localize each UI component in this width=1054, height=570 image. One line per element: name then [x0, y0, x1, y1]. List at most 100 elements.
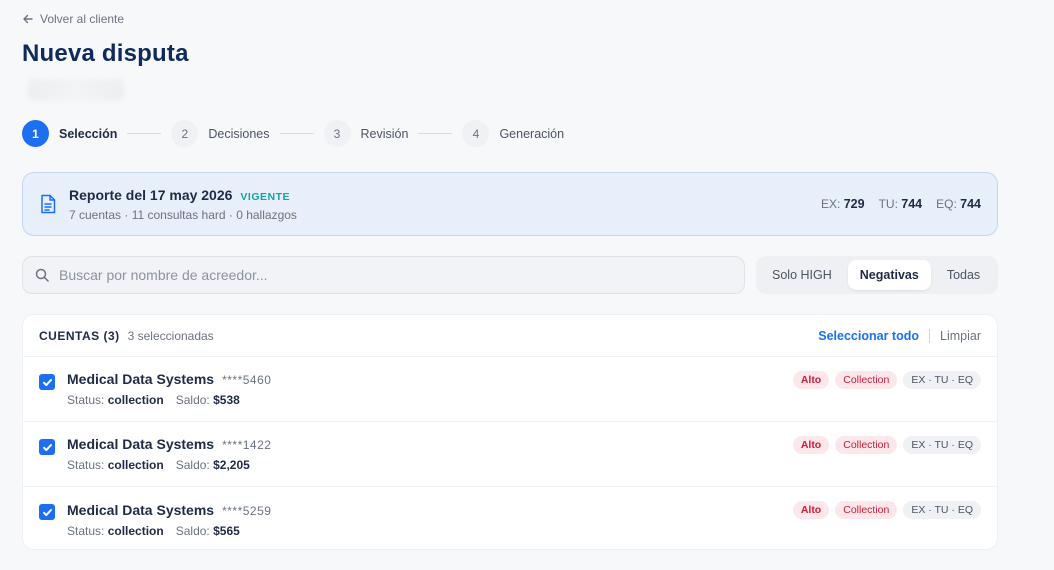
step-decisiones[interactable]: 2 Decisiones [171, 120, 270, 147]
status-value: collection [107, 393, 164, 407]
filter-negativas[interactable]: Negativas [847, 260, 931, 290]
score-value: 744 [901, 197, 923, 211]
stepper: 1 Selección 2 Decisiones 3 Revisión 4 Ge… [22, 120, 564, 147]
score-value: 744 [960, 197, 981, 211]
step-label: Generación [499, 126, 565, 141]
account-status: Status: collection [67, 393, 164, 407]
step-label: Decisiones [208, 126, 270, 141]
status-badge: VIGENTE [240, 190, 291, 203]
account-top: Medical Data Systems ****5259 [67, 502, 793, 518]
priority-tag: Alto [792, 436, 830, 454]
account-name: Medical Data Systems [67, 501, 215, 518]
account-name: Medical Data Systems [67, 371, 215, 387]
page-title: Nueva disputa [22, 40, 189, 67]
arrow-left-icon [23, 14, 33, 24]
status-label: Status: [67, 393, 105, 407]
type-tag: Collection [835, 436, 898, 454]
check-icon [42, 378, 52, 386]
account-row[interactable]: Medical Data Systems ****1422 Status: co… [23, 422, 997, 487]
check-icon [42, 443, 52, 451]
account-details: Status: collection Saldo: $2,205 [67, 458, 793, 472]
search-icon [35, 268, 49, 282]
select-all-button[interactable]: Seleccionar todo [818, 329, 919, 343]
account-tags: Alto Collection EX · TU · EQ [792, 371, 981, 389]
filter-solo-high[interactable]: Solo HIGH [760, 260, 844, 290]
step-label: Revisión [360, 126, 409, 141]
bureaus-tag: EX · TU · EQ [903, 436, 981, 454]
accounts-header: CUENTAS (3) 3 seleccionadas Seleccionar … [23, 315, 997, 357]
account-checkbox[interactable] [39, 504, 55, 520]
account-top: Medical Data Systems ****1422 [67, 436, 793, 452]
account-top: Medical Data Systems ****5460 [67, 371, 793, 387]
clear-button[interactable]: Limpiar [940, 329, 981, 343]
account-checkbox[interactable] [39, 374, 55, 390]
balance-label: Saldo: [175, 393, 210, 407]
account-details: Status: collection Saldo: $538 [67, 393, 793, 407]
account-details: Status: collection Saldo: $565 [67, 524, 793, 538]
divider [929, 328, 930, 343]
step-connector [279, 133, 314, 134]
step-number: 2 [171, 120, 199, 147]
accounts-card: CUENTAS (3) 3 seleccionadas Seleccionar … [22, 314, 998, 550]
balance-value: $2,205 [213, 458, 250, 472]
bureaus-tag: EX · TU · EQ [903, 371, 981, 389]
bureaus-tag: EX · TU · EQ [903, 501, 981, 519]
step-number: 3 [323, 120, 351, 147]
client-subtitle-redacted [22, 74, 130, 106]
document-icon [41, 194, 56, 214]
account-name: Medical Data Systems [67, 436, 215, 452]
step-number: 4 [462, 120, 490, 147]
status-value: collection [107, 523, 164, 538]
header-actions: Seleccionar todo Limpiar [818, 328, 981, 343]
account-info: Medical Data Systems ****5460 Status: co… [67, 371, 793, 407]
step-revision[interactable]: 3 Revisión [323, 120, 409, 147]
check-icon [42, 508, 52, 516]
filter-segmented-control: Solo HIGH Negativas Todas [756, 256, 998, 294]
account-info: Medical Data Systems ****5259 Status: co… [67, 502, 793, 538]
page: Volver al cliente Nueva disputa 1 Selecc… [0, 0, 1054, 570]
score-label: EX: [821, 197, 841, 211]
account-checkbox[interactable] [39, 439, 55, 455]
balance-value: $538 [213, 393, 240, 407]
report-info: Reporte del 17 may 2026 VIGENTE 7 cuenta… [69, 187, 821, 222]
step-label: Selección [59, 126, 118, 141]
report-meta: 7 cuentas · 11 consultas hard · 0 hallaz… [69, 207, 297, 222]
search-box [22, 256, 745, 294]
priority-tag: Alto [792, 501, 830, 519]
report-title-row: Reporte del 17 may 2026 VIGENTE [69, 187, 821, 203]
filter-todas[interactable]: Todas [935, 260, 992, 290]
score-label: EQ: [936, 197, 957, 211]
account-number: ****5259 [222, 503, 272, 518]
account-number: ****1422 [222, 438, 272, 452]
balance-value: $565 [213, 523, 240, 538]
type-tag: Collection [835, 371, 898, 389]
step-connector [418, 133, 453, 134]
status-value: collection [107, 458, 164, 472]
accounts-title: CUENTAS (3) [39, 328, 120, 343]
step-generacion[interactable]: 4 Generación [462, 120, 564, 147]
balance-label: Saldo: [175, 523, 210, 538]
account-status: Status: collection [67, 458, 164, 472]
status-label: Status: [67, 523, 105, 538]
score-value: 729 [843, 197, 865, 211]
balance-label: Saldo: [175, 458, 210, 472]
account-balance: Saldo: $2,205 [176, 458, 250, 472]
account-info: Medical Data Systems ****1422 Status: co… [67, 436, 793, 472]
score-ex: EX: 729 [821, 197, 865, 211]
step-seleccion[interactable]: 1 Selección [22, 120, 117, 147]
account-row[interactable]: Medical Data Systems ****5259 Status: co… [23, 487, 997, 549]
account-tags: Alto Collection EX · TU · EQ [792, 436, 981, 454]
score-tu: TU: 744 [879, 197, 923, 211]
bureau-scores: EX: 729 TU: 744 EQ: 744 [821, 197, 981, 211]
priority-tag: Alto [792, 371, 830, 389]
report-card: Reporte del 17 may 2026 VIGENTE 7 cuenta… [22, 172, 998, 236]
back-link[interactable]: Volver al cliente [22, 12, 124, 26]
selected-count: 3 seleccionadas [127, 328, 214, 343]
account-row[interactable]: Medical Data Systems ****5460 Status: co… [23, 357, 997, 422]
type-tag: Collection [835, 501, 898, 519]
step-connector [127, 133, 162, 134]
account-number: ****5460 [222, 373, 272, 387]
score-label: TU: [878, 197, 898, 211]
account-status: Status: collection [67, 524, 164, 538]
search-input[interactable] [59, 267, 732, 283]
